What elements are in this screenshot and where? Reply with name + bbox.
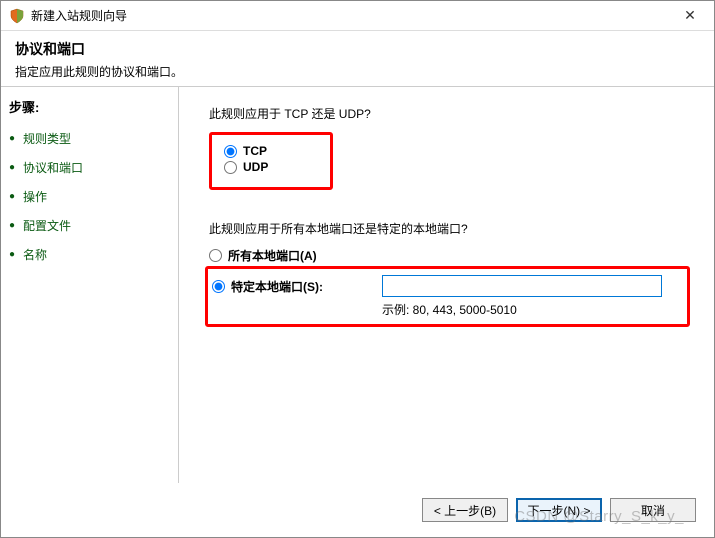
titlebar: 新建入站规则向导 ✕ xyxy=(1,1,714,31)
step-label: 规则类型 xyxy=(23,130,71,147)
step-label: 操作 xyxy=(23,188,47,205)
main-panel: 此规则应用于 TCP 还是 UDP? TCP UDP 此规则应用于所有本地端口还… xyxy=(179,87,714,483)
step-label: 配置文件 xyxy=(23,217,71,234)
label-udp: UDP xyxy=(243,160,268,174)
steps-heading: 步骤: xyxy=(9,97,170,116)
bullet-icon: ● xyxy=(9,133,17,144)
next-button[interactable]: 下一步(N) > xyxy=(516,498,602,522)
radio-row-all-ports[interactable]: 所有本地端口(A) xyxy=(209,247,690,264)
label-all-ports: 所有本地端口(A) xyxy=(228,247,317,264)
radio-row-udp[interactable]: UDP xyxy=(224,159,268,175)
question-ports: 此规则应用于所有本地端口还是特定的本地端口? xyxy=(209,220,690,237)
step-rule-type[interactable]: ● 规则类型 xyxy=(9,126,170,151)
radio-row-specific-ports[interactable]: 特定本地端口(S): xyxy=(212,275,681,297)
shield-icon xyxy=(9,8,25,24)
section-ports: 此规则应用于所有本地端口还是特定的本地端口? 所有本地端口(A) 特定本地端口(… xyxy=(209,220,690,327)
step-profile[interactable]: ● 配置文件 xyxy=(9,213,170,238)
step-label: 名称 xyxy=(23,246,47,263)
radio-specific-ports[interactable] xyxy=(212,280,225,293)
port-example: 示例: 80, 443, 5000-5010 xyxy=(382,301,681,318)
bullet-icon: ● xyxy=(9,162,17,173)
radio-udp[interactable] xyxy=(224,161,237,174)
back-button[interactable]: < 上一步(B) xyxy=(422,498,508,522)
radio-row-tcp[interactable]: TCP xyxy=(224,143,268,159)
radio-all-ports[interactable] xyxy=(209,249,222,262)
page-subtitle: 指定应用此规则的协议和端口。 xyxy=(15,63,700,80)
close-button[interactable]: ✕ xyxy=(670,2,710,30)
page-header: 协议和端口 指定应用此规则的协议和端口。 xyxy=(1,31,714,86)
step-protocol-port[interactable]: ● 协议和端口 xyxy=(9,155,170,180)
highlight-ports: 特定本地端口(S): 示例: 80, 443, 5000-5010 xyxy=(205,266,690,327)
bullet-icon: ● xyxy=(9,249,17,260)
close-icon: ✕ xyxy=(684,7,696,24)
page-title: 协议和端口 xyxy=(15,39,700,59)
step-name[interactable]: ● 名称 xyxy=(9,242,170,267)
step-action[interactable]: ● 操作 xyxy=(9,184,170,209)
sidebar: 步骤: ● 规则类型 ● 协议和端口 ● 操作 ● 配置文件 ● 名称 xyxy=(1,87,179,483)
protocol-radio-group: TCP UDP xyxy=(216,139,276,179)
port-input[interactable] xyxy=(382,275,662,297)
footer: < 上一步(B) 下一步(N) > 取消 CSDN @Starry_S_k_y_ xyxy=(1,483,714,537)
body: 步骤: ● 规则类型 ● 协议和端口 ● 操作 ● 配置文件 ● 名称 xyxy=(1,87,714,483)
label-tcp: TCP xyxy=(243,144,267,158)
highlight-protocol: TCP UDP xyxy=(209,132,333,190)
bullet-icon: ● xyxy=(9,220,17,231)
bullet-icon: ● xyxy=(9,191,17,202)
label-specific-ports: 特定本地端口(S): xyxy=(231,278,323,295)
question-protocol: 此规则应用于 TCP 还是 UDP? xyxy=(209,105,690,122)
radio-tcp[interactable] xyxy=(224,145,237,158)
window-title: 新建入站规则向导 xyxy=(31,7,670,24)
wizard-window: 新建入站规则向导 ✕ 协议和端口 指定应用此规则的协议和端口。 步骤: ● 规则… xyxy=(0,0,715,538)
cancel-button[interactable]: 取消 xyxy=(610,498,696,522)
step-label: 协议和端口 xyxy=(23,159,83,176)
